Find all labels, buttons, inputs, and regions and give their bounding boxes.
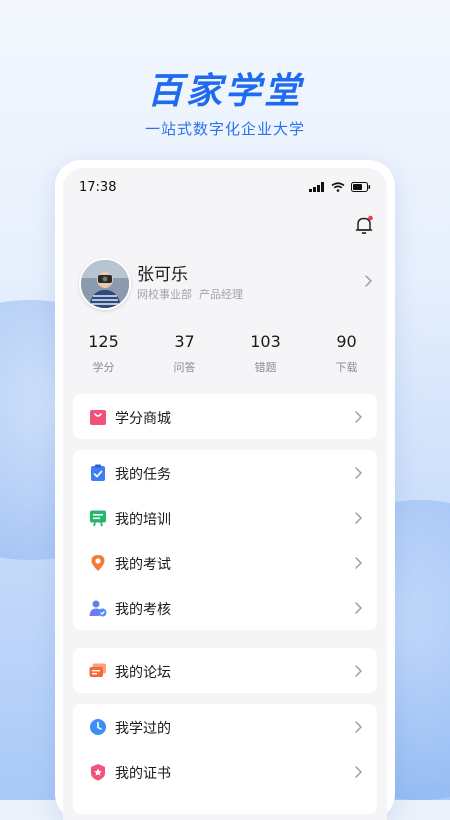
menu-item-label: 我的任务	[115, 467, 171, 483]
wifi-icon	[331, 182, 345, 192]
menu-item-label: 我的论坛	[115, 665, 171, 681]
stat-questions[interactable]: 37 问答	[144, 332, 225, 376]
chevron-right-icon	[355, 557, 363, 569]
phone-frame: 17:38 张可乐 网校事业部 产品经理 125 学分 37 问答 103 错题 90…	[55, 160, 395, 820]
chevron-right-icon	[355, 512, 363, 524]
menu-item-my-forum[interactable]: 我的论坛	[73, 648, 377, 693]
chevron-right-icon	[355, 411, 363, 423]
menu-item-label: 我的考核	[115, 602, 171, 618]
assessment-user-icon	[89, 600, 107, 617]
menu-item-my-tasks[interactable]: 我的任务	[73, 450, 377, 495]
brand-slogan: 一站式数字化企业大学	[144, 120, 305, 138]
menu-item-label: 我的培训	[115, 512, 171, 528]
stat-value: 103	[250, 332, 281, 351]
stats-row: 125 学分 37 问答 103 错题 90 下载	[63, 332, 387, 376]
certificate-badge-icon	[91, 764, 105, 781]
chevron-right-icon	[355, 721, 363, 733]
stat-label: 问答	[173, 361, 196, 374]
menu-item-my-certificates[interactable]: 我的证书	[73, 749, 377, 794]
stat-label: 错题	[254, 361, 277, 374]
chevron-right-icon	[365, 275, 373, 287]
menu-card-forum: 我的论坛	[73, 648, 377, 693]
menu-item-my-training[interactable]: 我的培训	[73, 495, 377, 540]
forum-chat-icon	[89, 663, 106, 677]
profile-department: 网校事业部	[137, 288, 192, 301]
chevron-right-icon	[355, 665, 363, 677]
task-clipboard-icon	[91, 464, 105, 481]
chevron-right-icon	[355, 766, 363, 778]
stat-mistakes[interactable]: 103 错题	[225, 332, 306, 376]
stat-credits[interactable]: 125 学分	[63, 332, 144, 376]
profile-header[interactable]: 张可乐 网校事业部 产品经理	[79, 258, 375, 312]
menu-item-credit-shop[interactable]: 学分商城	[73, 394, 377, 439]
status-bar: 17:38	[79, 180, 371, 196]
battery-icon	[351, 182, 371, 192]
exam-location-icon	[91, 555, 105, 571]
chevron-right-icon	[355, 602, 363, 614]
menu-card-learning: 我的任务 我的培训 我的考试 我的考核	[73, 450, 377, 630]
menu-item-label: 我学过的	[115, 721, 171, 737]
status-time: 17:38	[79, 180, 117, 195]
profile-name: 张可乐	[137, 265, 188, 285]
menu-card-credits: 学分商城	[73, 394, 377, 439]
stat-value: 125	[88, 332, 119, 351]
profile-role: 产品经理	[199, 288, 243, 301]
menu-item-learned[interactable]: 我学过的	[73, 704, 377, 749]
stat-label: 学分	[92, 361, 115, 374]
menu-item-my-exams[interactable]: 我的考试	[73, 540, 377, 585]
shop-bag-icon	[90, 410, 106, 425]
brand-title: 百家学堂	[146, 71, 303, 112]
training-board-icon	[90, 510, 106, 527]
signal-icon	[309, 182, 324, 192]
stat-value: 37	[174, 332, 195, 351]
avatar	[79, 258, 131, 310]
status-icons	[309, 182, 371, 192]
notification-bell-icon[interactable]	[353, 214, 375, 236]
stat-downloads[interactable]: 90 下载	[306, 332, 387, 376]
stat-value: 90	[336, 332, 357, 351]
profile-subtitle: 网校事业部 产品经理	[137, 286, 243, 302]
menu-item-label: 学分商城	[115, 411, 171, 427]
menu-item-label: 我的考试	[115, 557, 171, 573]
menu-item-my-assessment[interactable]: 我的考核	[73, 585, 377, 630]
menu-card-history: 我学过的 我的证书	[73, 704, 377, 814]
app-screen: 17:38 张可乐 网校事业部 产品经理 125 学分 37 问答 103 错题 90…	[63, 168, 387, 820]
stat-label: 下载	[335, 361, 358, 374]
chevron-right-icon	[355, 467, 363, 479]
menu-item-label: 我的证书	[115, 766, 171, 782]
history-clock-icon	[90, 719, 106, 735]
